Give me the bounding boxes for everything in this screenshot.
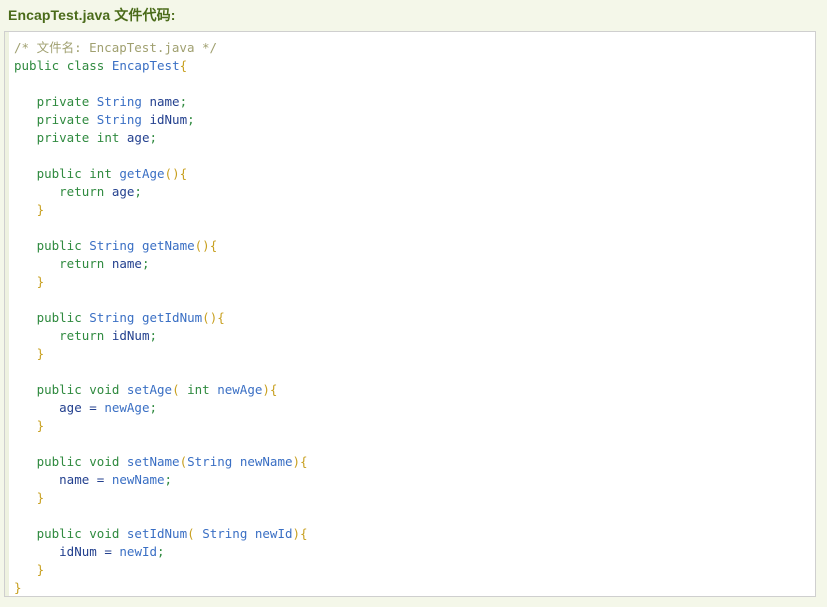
- brace-close: }: [36, 346, 45, 361]
- paren-close: ): [262, 382, 270, 397]
- semicolon: ;: [149, 130, 158, 145]
- keyword-private: private: [36, 112, 90, 127]
- keyword-int: int: [187, 382, 210, 397]
- keyword-int: int: [89, 166, 112, 181]
- brace-close-class: }: [14, 580, 22, 595]
- semicolon: ;: [187, 112, 195, 127]
- brace-close: }: [36, 418, 45, 433]
- semicolon: ;: [149, 328, 158, 343]
- brace-close: }: [36, 562, 45, 577]
- keyword-void: void: [89, 454, 120, 469]
- keyword-public: public: [36, 238, 82, 253]
- field-idnum: idNum: [59, 544, 97, 559]
- param-newage: newAge: [217, 382, 263, 397]
- keyword-public: public: [36, 382, 82, 397]
- field-age: age: [126, 130, 150, 145]
- semicolon: ;: [157, 544, 165, 559]
- semicolon: ;: [134, 184, 142, 199]
- page-root: EncapTest.java 文件代码: /* 文件名: EncapTest.j…: [0, 0, 827, 607]
- param-newname: newName: [111, 472, 165, 487]
- paren-open: (: [179, 454, 188, 469]
- semicolon: ;: [179, 94, 188, 109]
- keyword-return: return: [59, 256, 105, 271]
- brace-open: {: [209, 238, 218, 253]
- paren-close: ): [172, 166, 180, 181]
- keyword-public: public: [36, 454, 82, 469]
- keyword-private: private: [36, 130, 90, 145]
- method-setname: setName: [126, 454, 180, 469]
- semicolon: ;: [164, 472, 173, 487]
- field-name: name: [149, 94, 180, 109]
- keyword-return: return: [59, 184, 105, 199]
- method-getidnum: getIdNum: [141, 310, 203, 325]
- brace-open: {: [300, 454, 308, 469]
- field-age: age: [111, 184, 135, 199]
- field-idnum: idNum: [149, 112, 188, 127]
- keyword-public: public: [36, 310, 82, 325]
- paren-open: (: [202, 310, 210, 325]
- method-setage: setAge: [126, 382, 173, 397]
- keyword-private: private: [36, 94, 90, 109]
- semicolon: ;: [141, 256, 150, 271]
- method-setidnum: setIdNum: [126, 526, 188, 541]
- param-newname: newName: [239, 454, 293, 469]
- field-name: name: [59, 472, 90, 487]
- paren-open: (: [164, 166, 173, 181]
- type-string: String: [89, 238, 135, 253]
- paren-open: (: [172, 382, 180, 397]
- type-string: String: [187, 454, 233, 469]
- brace-open: {: [269, 382, 278, 397]
- field-idnum: idNum: [111, 328, 150, 343]
- keyword-void: void: [89, 382, 120, 397]
- keyword-class: class: [66, 58, 105, 73]
- keyword-int: int: [96, 130, 120, 145]
- brace-open: {: [179, 166, 188, 181]
- paren-close: ): [292, 526, 301, 541]
- param-newid: newId: [119, 544, 158, 559]
- keyword-public: public: [36, 526, 82, 541]
- keyword-void: void: [89, 526, 120, 541]
- paren-close: ): [202, 238, 210, 253]
- assign-operator: =: [104, 544, 112, 559]
- class-name-encaptest: EncapTest: [111, 58, 180, 73]
- type-string: String: [96, 94, 142, 109]
- assign-operator: =: [89, 400, 97, 415]
- paren-open: (: [187, 526, 195, 541]
- type-string: String: [202, 526, 248, 541]
- field-name: name: [111, 256, 142, 271]
- field-age: age: [59, 400, 82, 415]
- param-newage: newAge: [104, 400, 150, 415]
- method-getname: getName: [141, 238, 195, 253]
- java-source-code[interactable]: /* 文件名: EncapTest.java */ public class E…: [5, 32, 815, 596]
- type-string: String: [89, 310, 135, 325]
- keyword-return: return: [59, 328, 105, 343]
- brace-open: {: [300, 526, 308, 541]
- method-getage: getAge: [119, 166, 165, 181]
- brace-close: }: [36, 202, 45, 217]
- keyword-public: public: [14, 58, 60, 73]
- assign-operator: =: [96, 472, 105, 487]
- paren-close: ): [292, 454, 301, 469]
- brace-open-class: {: [179, 58, 188, 73]
- param-newid: newId: [254, 526, 293, 541]
- keyword-public: public: [36, 166, 82, 181]
- brace-open: {: [217, 310, 225, 325]
- brace-close: }: [36, 274, 45, 289]
- semicolon: ;: [149, 400, 158, 415]
- code-block-container[interactable]: /* 文件名: EncapTest.java */ public class E…: [4, 31, 816, 597]
- brace-close: }: [36, 490, 45, 505]
- type-string: String: [96, 112, 142, 127]
- code-comment: /* 文件名: EncapTest.java */: [14, 40, 218, 55]
- page-title: EncapTest.java 文件代码:: [8, 7, 176, 23]
